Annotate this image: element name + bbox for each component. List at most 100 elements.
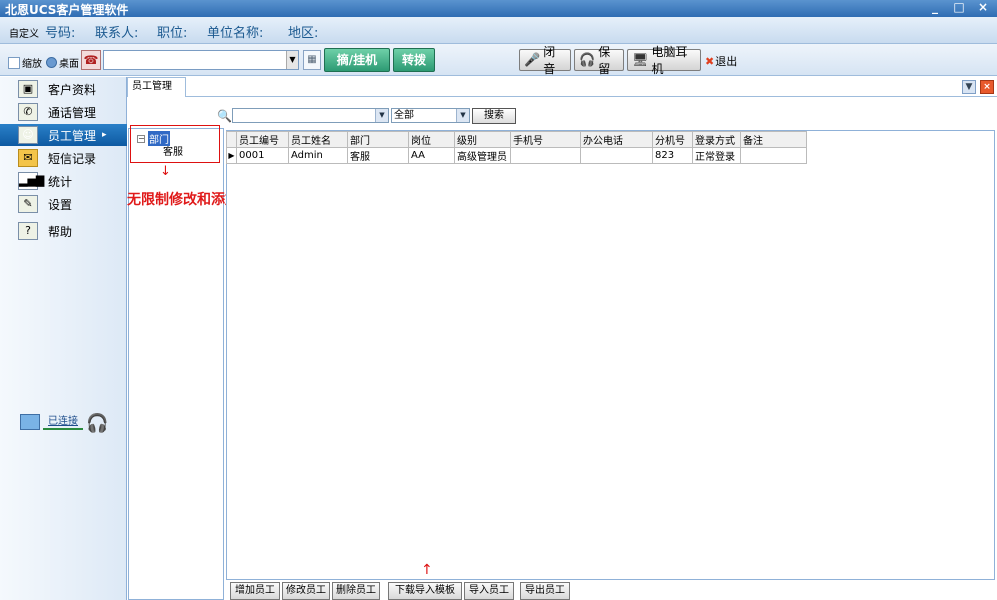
table-cell[interactable]: 高级管理员 [454, 147, 511, 164]
computer-icon: 🖥 [632, 52, 649, 68]
sidebar-item-help[interactable]: ? 帮助 [0, 220, 127, 242]
chevron-down-icon[interactable]: ▼ [286, 51, 298, 69]
mute-label: 闭音 [543, 45, 556, 76]
sidebar-item-customers[interactable]: ▣ 客户资料 [0, 78, 127, 100]
delete-staff-button[interactable]: 删除员工 [332, 582, 380, 600]
table-cell[interactable]: 823 [652, 147, 693, 164]
sidebar-item-stats[interactable]: ▂▅▇ 统计 [0, 170, 127, 192]
column-header[interactable]: 员工编号 [236, 131, 289, 148]
desktop-label: 桌面 [59, 59, 79, 70]
table-cell[interactable]: 客服 [347, 147, 409, 164]
desktop-icon [46, 57, 57, 68]
chevron-right-icon: ▸ [102, 130, 107, 140]
customize-link[interactable]: 自定义 [9, 25, 39, 40]
phone-number-input[interactable] [103, 50, 299, 70]
table-cell[interactable]: 0001 [236, 147, 289, 164]
table-cell[interactable] [740, 147, 807, 164]
staff-table: 员工编号 员工姓名 部门 岗位 级别 手机号 办公电话 分机号 登录方式 备注 … [226, 131, 807, 164]
column-header[interactable]: 岗位 [408, 131, 455, 148]
phone-icon[interactable]: ☎ [81, 50, 101, 70]
column-header[interactable]: 级别 [454, 131, 511, 148]
computer-icon [20, 414, 40, 430]
window-title: 北恩UCS客户管理软件 [5, 3, 129, 17]
contact-label: 联系人: [95, 26, 139, 41]
sidebar-item-label: 通话管理 [48, 105, 97, 120]
caller-info-bar: 自定义 号码: 联系人: 职位: 单位名称: 地区: [0, 17, 997, 44]
staff-icon: ☺ [18, 126, 38, 144]
chevron-down-icon[interactable]: ▼ [456, 109, 469, 122]
collapse-icon[interactable]: − [137, 134, 145, 143]
answer-hangup-button[interactable]: 摘/挂机 [324, 48, 390, 72]
search-input[interactable]: ▼ [232, 108, 389, 123]
microphone-icon: 🎤 [524, 52, 541, 68]
hold-button[interactable]: 🎧 保留 [574, 45, 624, 76]
sidebar-item-calls[interactable]: ✆ 通话管理 [0, 101, 127, 123]
column-header[interactable]: 备注 [740, 131, 807, 148]
contacts-icon: ▣ [18, 80, 38, 98]
sidebar-item-label: 短信记录 [48, 151, 97, 166]
keypad-icon[interactable]: ▦ [303, 50, 321, 70]
maximize-button[interactable]: □ [951, 0, 967, 16]
scope-select[interactable]: 全部 ▼ [391, 108, 470, 123]
close-icon[interactable]: × [980, 80, 994, 94]
sidebar-item-label: 设置 [48, 197, 73, 212]
mute-button[interactable]: 🎤 闭音 [519, 45, 571, 76]
table-cell[interactable]: AA [408, 147, 455, 164]
arrow-down-icon: ↓ [160, 164, 171, 179]
shrink-label: 缩放 [22, 59, 42, 70]
column-header[interactable]: 登录方式 [692, 131, 741, 148]
annotation-note: 无限制修改和添加 [127, 192, 239, 208]
pc-headset-label: 电脑耳机 [651, 45, 688, 76]
headphones-icon: 🎧 [579, 52, 596, 68]
table-cell[interactable]: 正常登录 [692, 147, 741, 164]
table-cell[interactable] [580, 147, 653, 164]
company-label: 单位名称: [207, 26, 264, 41]
action-bar: 增加员工 修改员工 删除员工 下载导入模板 导入员工 导出员工 [226, 581, 997, 600]
import-staff-button[interactable]: 导入员工 [464, 582, 514, 600]
shrink-toggle[interactable]: 缩放 [8, 56, 42, 70]
table-cell[interactable]: Admin [288, 147, 348, 164]
sidebar-item-sms[interactable]: ✉ 短信记录 [0, 147, 127, 169]
minimize-button[interactable]: _ [927, 0, 943, 16]
column-header[interactable]: 部门 [347, 131, 409, 148]
edit-staff-button[interactable]: 修改员工 [282, 582, 330, 600]
headset-icon: 🎧 [86, 413, 109, 434]
scope-value: 全部 [394, 110, 414, 121]
tree-node[interactable]: 客服 [163, 143, 183, 158]
sidebar-item-label: 帮助 [48, 224, 73, 239]
chevron-down-icon[interactable]: ▼ [375, 109, 388, 122]
transfer-button[interactable]: 转拨 [393, 48, 435, 72]
exit-icon: ✖ [705, 54, 715, 68]
column-header[interactable]: 办公电话 [580, 131, 653, 148]
row-pointer-icon: ▶ [226, 147, 237, 164]
add-staff-button[interactable]: 增加员工 [230, 582, 280, 600]
region-label: 地区: [288, 26, 319, 41]
chevron-down-icon[interactable]: ▼ [962, 80, 976, 94]
checkbox-icon [8, 56, 20, 69]
column-header[interactable]: 分机号 [652, 131, 693, 148]
exit-button[interactable]: ✖ 退出 [705, 53, 737, 69]
title-bar: 北恩UCS客户管理软件 _ □ × [0, 0, 997, 17]
column-header[interactable]: 手机号 [510, 131, 581, 148]
table-cell[interactable] [510, 147, 581, 164]
exit-label: 退出 [715, 55, 738, 68]
tab-bar: 员工管理 ▼ × [127, 77, 997, 97]
connection-line [43, 428, 83, 430]
desktop-toggle[interactable]: 桌面 [46, 56, 79, 70]
call-icon: ✆ [18, 103, 38, 121]
sidebar: ▣ 客户资料 ✆ 通话管理 ☺ 员工管理 ▸ ✉ 短信记录 ▂▅▇ 统计 ✎ 设… [0, 77, 127, 600]
table-row[interactable]: ▶ 0001 Admin 客服 AA 高级管理员 823 正常登录 [226, 147, 807, 164]
download-template-button[interactable]: 下载导入模板 [388, 582, 462, 600]
tab-staff-management[interactable]: 员工管理 [127, 77, 186, 97]
search-button[interactable]: 搜索 [472, 108, 516, 124]
pc-headset-button[interactable]: 🖥 电脑耳机 [627, 45, 701, 76]
close-button[interactable]: × [975, 0, 991, 16]
bar-chart-icon: ▂▅▇ [18, 172, 44, 190]
column-header[interactable]: 员工姓名 [288, 131, 348, 148]
position-label: 职位: [157, 26, 188, 41]
sidebar-item-label: 员工管理 [48, 128, 97, 143]
number-label: 号码: [45, 26, 76, 41]
sidebar-item-settings[interactable]: ✎ 设置 [0, 193, 127, 215]
sidebar-item-staff[interactable]: ☺ 员工管理 ▸ [0, 124, 127, 146]
export-staff-button[interactable]: 导出员工 [520, 582, 570, 600]
